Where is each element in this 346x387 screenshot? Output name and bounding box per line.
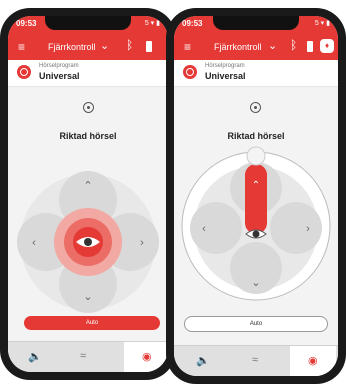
svg-text:‹: ‹ — [32, 237, 36, 249]
svg-text:⌄: ⌄ — [251, 277, 260, 289]
svg-text:⌃: ⌃ — [83, 180, 92, 192]
svg-text:‹: ‹ — [202, 223, 206, 235]
speaker-icon[interactable]: 🔈 — [196, 354, 210, 367]
left-screen: 09:53 5 ▾ ▮ ≡ Fjärrkontroll ⌄ ᛒ Hörselpr… — [8, 16, 168, 372]
direction-pad[interactable]: ⌃ ⌄ ‹ › — [8, 162, 168, 322]
section-title: Riktad hörsel — [227, 131, 285, 141]
tab-bar: 🔈 ≈ ◉ — [174, 345, 338, 376]
status-bar: 09:53 5 ▾ ▮ — [174, 16, 338, 34]
svg-text:⌃: ⌃ — [252, 180, 260, 191]
bluetooth-icon[interactable]: ᛒ — [290, 38, 297, 52]
auto-button[interactable]: Auto — [24, 316, 160, 330]
status-time: 09:53 — [16, 19, 37, 28]
right-screen: 09:53 5 ▾ ▮ ≡ Fjärrkontroll ⌄ ᛒ ♦ Hörsel… — [174, 16, 338, 376]
direction-dial[interactable]: ⌃ ⌄ ‹ › — [174, 144, 338, 308]
bluetooth-icon[interactable]: ᛒ — [126, 38, 133, 52]
wave-icon[interactable]: ≈ — [80, 350, 86, 362]
app-bar: ≡ Fjärrkontroll ⌄ ᛒ — [8, 34, 168, 60]
program-icon — [17, 65, 31, 79]
status-indicators: 5 ▾ ▮ — [144, 20, 160, 27]
status-time: 09:53 — [182, 19, 203, 28]
left-phone: 09:53 5 ▾ ▮ ≡ Fjärrkontroll ⌄ ᛒ Hörselpr… — [0, 8, 176, 380]
program-icon — [183, 65, 197, 79]
auto-button[interactable]: Auto — [184, 316, 328, 332]
svg-text:›: › — [140, 237, 144, 249]
device-badge-icon[interactable]: ♦ — [320, 39, 334, 53]
battery-icon — [146, 41, 152, 52]
program-label: Hörselprogram — [205, 63, 245, 69]
battery-icon — [307, 41, 313, 52]
tab-bar: 🔈 ≈ ◉ — [8, 341, 168, 372]
status-bar: 09:53 5 ▾ ▮ — [8, 16, 168, 34]
target-tab-icon[interactable]: ◉ — [308, 354, 318, 367]
status-indicators: 5 ▾ ▮ — [314, 20, 330, 27]
program-value: Universal — [39, 71, 80, 81]
app-title[interactable]: Fjärrkontroll — [48, 42, 96, 52]
target-icon[interactable] — [83, 102, 94, 113]
section-title: Riktad hörsel — [59, 131, 117, 141]
menu-icon[interactable]: ≡ — [184, 40, 191, 54]
notch — [213, 16, 299, 30]
speaker-icon[interactable]: 🔈 — [28, 350, 42, 363]
wave-icon[interactable]: ≈ — [252, 354, 258, 366]
program-selector[interactable]: Hörselprogram Universal — [8, 60, 168, 87]
notch — [45, 16, 131, 30]
chevron-down-icon[interactable]: ⌄ — [268, 39, 277, 52]
svg-text:⌄: ⌄ — [83, 291, 92, 303]
app-title[interactable]: Fjärrkontroll — [214, 42, 262, 52]
program-selector[interactable]: Hörselprogram Universal — [174, 60, 338, 87]
right-phone: 09:53 5 ▾ ▮ ≡ Fjärrkontroll ⌄ ᛒ ♦ Hörsel… — [166, 8, 346, 384]
target-tab-icon[interactable]: ◉ — [142, 350, 152, 363]
program-label: Hörselprogram — [39, 63, 79, 69]
chevron-down-icon[interactable]: ⌄ — [100, 39, 109, 52]
target-icon[interactable] — [250, 102, 261, 113]
menu-icon[interactable]: ≡ — [18, 40, 25, 54]
program-value: Universal — [205, 71, 246, 81]
app-bar: ≡ Fjärrkontroll ⌄ ᛒ ♦ — [174, 34, 338, 60]
svg-text:›: › — [306, 223, 310, 235]
